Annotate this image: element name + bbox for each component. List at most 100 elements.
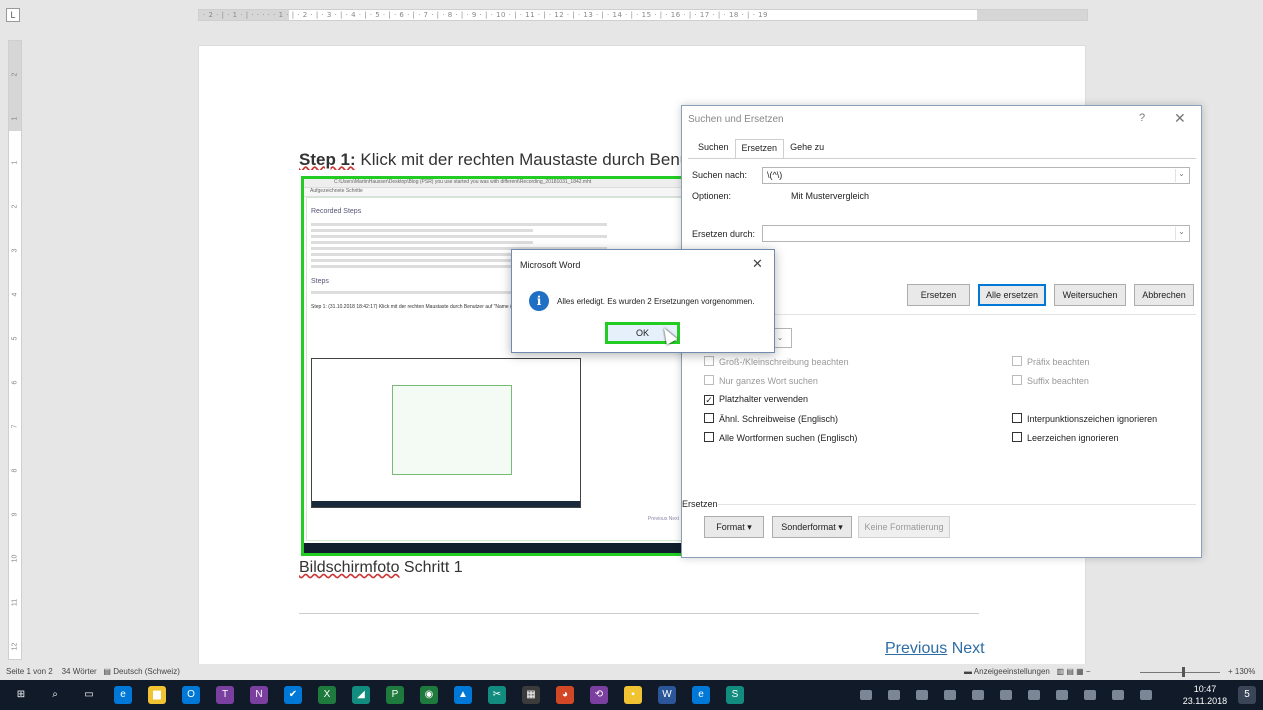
language[interactable]: Deutsch (Schweiz): [113, 667, 180, 676]
embedded-screenshot[interactable]: C:\Users\MartinHausser\Desktop\Blog (PSR…: [301, 176, 691, 556]
close-icon[interactable]: ✕: [752, 256, 763, 272]
touch-keyboard-icon[interactable]: [1112, 690, 1124, 700]
notification-center-icon[interactable]: 5: [1238, 686, 1256, 704]
caption-rest: Schritt 1: [399, 559, 463, 576]
checkbox[interactable]: [704, 432, 714, 442]
zoom-slider[interactable]: [1140, 672, 1220, 673]
replace-all-button[interactable]: Alle ersetzen: [978, 284, 1046, 306]
tab-ersetzen[interactable]: Ersetzen: [734, 139, 785, 159]
sticky-notes-icon[interactable]: ▪: [624, 686, 642, 704]
zoom-value[interactable]: 130%: [1235, 667, 1255, 676]
cloud-sync-icon[interactable]: [916, 690, 928, 700]
teams-icon[interactable]: T: [216, 686, 234, 704]
whatsapp-icon[interactable]: ◉: [420, 686, 438, 704]
display-settings[interactable]: Anzeigeeinstellungen: [974, 667, 1050, 676]
checkbox[interactable]: [1012, 432, 1022, 442]
calculator-icon[interactable]: ▦: [522, 686, 540, 704]
chevron-down-icon[interactable]: ⌄: [1175, 227, 1187, 240]
windows-start-icon[interactable]: ⊞: [12, 686, 30, 704]
option-ignore-whitespace[interactable]: Leerzeichen ignorieren: [1012, 432, 1119, 443]
tab-selector[interactable]: L: [6, 8, 20, 22]
special-format-button[interactable]: Sonderformat ▾: [772, 516, 852, 538]
previous-link[interactable]: Previous: [885, 640, 947, 657]
task-view-icon[interactable]: ▭: [80, 686, 98, 704]
file-explorer-icon[interactable]: ▆: [148, 686, 166, 704]
edge-browser-icon[interactable]: e: [114, 686, 132, 704]
pen-workspace-icon[interactable]: [1056, 690, 1068, 700]
replace-button[interactable]: Ersetzen: [907, 284, 970, 306]
replace-section-label: Ersetzen: [682, 499, 718, 509]
no-formatting-button[interactable]: Keine Formatierung: [858, 516, 950, 538]
cancel-button[interactable]: Abbrechen: [1134, 284, 1194, 306]
find-next-button[interactable]: Weitersuchen: [1054, 284, 1126, 306]
outlook-icon[interactable]: O: [182, 686, 200, 704]
volume-icon[interactable]: [1084, 690, 1096, 700]
vertical-ruler[interactable]: 2 1 1 2 3 4 5 6 7 8 9 10 11 12: [8, 40, 22, 660]
search-input[interactable]: \(^\) ⌄: [762, 167, 1190, 184]
step-heading: Step 1: Klick mit der rechten Maustaste …: [299, 150, 689, 170]
network-status-icon[interactable]: [888, 690, 900, 700]
snipping-icon[interactable]: ✂: [488, 686, 506, 704]
help-button[interactable]: ?: [1139, 112, 1145, 124]
info-icon: i: [529, 291, 549, 311]
option-ignore-punctuation[interactable]: Interpunktionszeichen ignorieren: [1012, 413, 1157, 424]
search-icon[interactable]: ⌕: [46, 686, 64, 704]
tab-suchen[interactable]: Suchen: [692, 139, 735, 159]
checkbox[interactable]: [704, 375, 714, 385]
option-label: Präfix beachten: [1027, 357, 1090, 367]
option-label: Alle Wortformen suchen (Englisch): [719, 433, 858, 443]
input-indicator-icon[interactable]: [1140, 690, 1152, 700]
project-icon[interactable]: P: [386, 686, 404, 704]
print-layout-icon[interactable]: ▤: [1066, 667, 1074, 676]
bluetooth-icon[interactable]: [860, 690, 872, 700]
word-icon[interactable]: W: [658, 686, 676, 704]
message-box[interactable]: Microsoft Word ✕ i Alles erledigt. Es wu…: [511, 249, 775, 353]
checkbox[interactable]: [1012, 375, 1022, 385]
zoom-slider-handle[interactable]: [1182, 667, 1185, 677]
chrome-icon[interactable]: ◕: [556, 686, 574, 704]
status-left: Seite 1 von 2 34 Wörter ▤ Deutsch (Schwe…: [6, 667, 180, 676]
option-sounds-like[interactable]: Ähnl. Schreibweise (Englisch): [704, 413, 838, 424]
paint-icon[interactable]: ◢: [352, 686, 370, 704]
ruler-track[interactable]: · 2 · | · 1 · | · · · · · 1 · | · 2 · | …: [198, 9, 1088, 21]
todo-check-icon[interactable]: ✔: [284, 686, 302, 704]
zoom-in-button[interactable]: +: [1228, 667, 1233, 676]
next-link[interactable]: Next: [952, 640, 985, 657]
proofing-icon[interactable]: ▤: [103, 667, 111, 676]
checkbox[interactable]: [1012, 356, 1022, 366]
onenote-icon[interactable]: N: [250, 686, 268, 704]
sway-icon[interactable]: S: [726, 686, 744, 704]
option-match-case[interactable]: Groß-/Kleinschreibung beachten: [704, 356, 849, 367]
security-icon[interactable]: [972, 690, 984, 700]
page-count[interactable]: Seite 1 von 2: [6, 667, 53, 676]
embedded-path: C:\Users\MartinHausser\Desktop\Blog (PSR…: [304, 179, 688, 188]
checkbox[interactable]: [704, 413, 714, 423]
system-clock[interactable]: 10:47 23.11.2018: [1180, 683, 1230, 707]
display-settings-icon[interactable]: ▬: [964, 667, 972, 676]
option-suffix[interactable]: Suffix beachten: [1012, 375, 1089, 386]
word-count[interactable]: 34 Wörter: [62, 667, 97, 676]
option-whole-word[interactable]: Nur ganzes Wort suchen: [704, 375, 818, 386]
close-icon[interactable]: ✕: [1174, 110, 1186, 127]
replace-input[interactable]: ⌄: [762, 225, 1190, 242]
zoom-out-button[interactable]: −: [1086, 667, 1091, 676]
vertical-ruler-number: 2: [11, 204, 19, 209]
people-icon[interactable]: [944, 690, 956, 700]
steps-recorder-icon[interactable]: ⟲: [590, 686, 608, 704]
checkbox[interactable]: [1012, 413, 1022, 423]
chevron-down-icon[interactable]: ⌄: [1175, 169, 1187, 182]
internet-explorer-icon[interactable]: e: [692, 686, 710, 704]
web-layout-icon[interactable]: ▦: [1076, 667, 1084, 676]
option-wildcards[interactable]: ✓ Platzhalter verwenden: [704, 394, 808, 405]
tab-gehe-zu[interactable]: Gehe zu: [784, 139, 830, 159]
checkbox[interactable]: [704, 356, 714, 366]
option-prefix[interactable]: Präfix beachten: [1012, 356, 1090, 367]
format-button[interactable]: Format ▾: [704, 516, 764, 538]
option-word-forms[interactable]: Alle Wortformen suchen (Englisch): [704, 432, 857, 443]
dropbox-icon[interactable]: [1000, 690, 1012, 700]
wifi-icon[interactable]: [1028, 690, 1040, 700]
photos-icon[interactable]: ▲: [454, 686, 472, 704]
checkmark-icon[interactable]: ✓: [704, 395, 714, 405]
read-mode-icon[interactable]: ▥: [1057, 667, 1065, 676]
excel-icon[interactable]: X: [318, 686, 336, 704]
